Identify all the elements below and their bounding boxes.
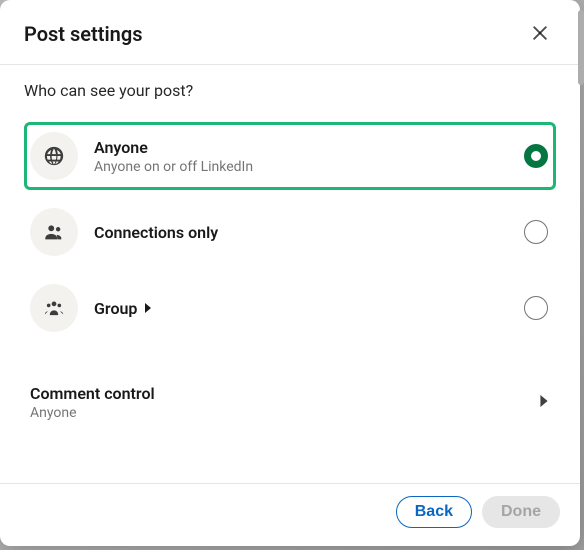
comment-control-value: Anyone <box>30 405 155 421</box>
done-button[interactable]: Done <box>482 496 560 528</box>
group-icon <box>30 284 78 332</box>
globe-icon <box>30 132 78 180</box>
visibility-question: Who can see your post? <box>24 81 556 100</box>
option-subtitle: Anyone on or off LinkedIn <box>94 159 524 175</box>
back-button[interactable]: Back <box>396 496 472 528</box>
scrollbar[interactable] <box>578 10 584 85</box>
visibility-option-group[interactable]: Group <box>24 274 556 342</box>
comment-control-title: Comment control <box>30 384 155 403</box>
modal-body: Who can see your post? Anyone Anyone on … <box>0 65 580 483</box>
chevron-right-icon <box>143 302 153 314</box>
visibility-option-connections[interactable]: Connections only <box>24 198 556 266</box>
connections-icon <box>30 208 78 256</box>
modal-footer: Back Done <box>0 483 580 546</box>
modal-title: Post settings <box>24 22 143 46</box>
option-text: Anyone Anyone on or off LinkedIn <box>94 138 524 175</box>
radio-connections[interactable] <box>524 220 548 244</box>
close-icon <box>530 23 550 46</box>
option-text: Group <box>94 299 524 318</box>
close-button[interactable] <box>524 18 556 50</box>
modal-header: Post settings <box>0 0 580 64</box>
visibility-option-anyone[interactable]: Anyone Anyone on or off LinkedIn <box>24 122 556 190</box>
option-title: Connections only <box>94 223 524 242</box>
post-settings-modal: Post settings Who can see your post? Any… <box>0 0 580 546</box>
radio-anyone[interactable] <box>524 144 548 168</box>
radio-group[interactable] <box>524 296 548 320</box>
option-text: Connections only <box>94 223 524 242</box>
chevron-right-icon <box>538 393 550 413</box>
option-title: Group <box>94 299 137 318</box>
comment-control-row[interactable]: Comment control Anyone <box>24 370 556 435</box>
option-title: Anyone <box>94 138 524 157</box>
